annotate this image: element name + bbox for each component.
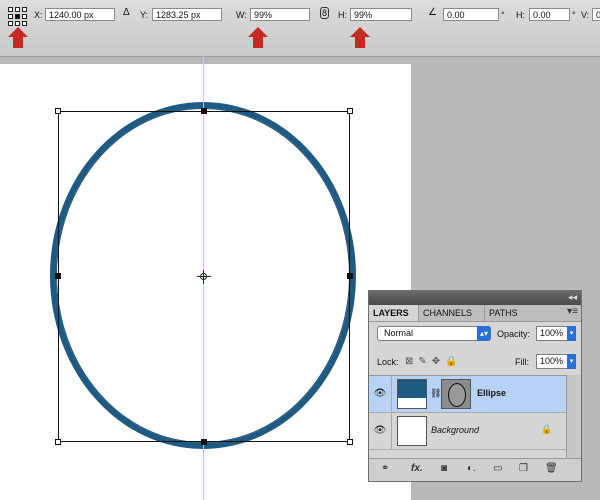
lock-label: Lock:: [377, 357, 399, 367]
link-aspect-icon[interactable]: 8: [320, 7, 330, 19]
fill-value: 100%: [540, 356, 564, 366]
panel-titlebar[interactable]: ◂◂: [369, 291, 581, 305]
fill-label: Fill:: [515, 357, 529, 367]
transform-handle-bottom-left[interactable]: [55, 439, 61, 445]
fx-icon[interactable]: fx.: [411, 463, 423, 474]
tab-layers[interactable]: LAYERS: [369, 305, 419, 321]
eye-icon[interactable]: 👁: [369, 376, 392, 412]
h-label: H:: [338, 10, 347, 20]
collapse-icon[interactable]: ◂◂: [568, 292, 577, 303]
blend-mode-value: Normal: [384, 328, 414, 338]
layers-list: 👁 ⛓ Ellipse 👁 Background 🔒: [369, 375, 567, 450]
vskew-label: V:: [581, 10, 590, 20]
vskew-field[interactable]: 0.00: [592, 8, 600, 21]
trash-icon[interactable]: 🗑: [545, 463, 558, 474]
height-field[interactable]: 99%: [350, 8, 412, 21]
opacity-value: 100%: [540, 328, 564, 338]
hskew-field[interactable]: 0.00: [529, 8, 570, 21]
dropdown-arrow-icon[interactable]: ▾: [567, 354, 576, 369]
group-icon[interactable]: ▭: [493, 463, 502, 474]
relative-positioning-icon[interactable]: Δ: [123, 7, 130, 18]
layer-row-background[interactable]: 👁 Background 🔒: [369, 413, 567, 450]
updown-arrow-icon: ▴▾: [477, 326, 491, 341]
lock-icons[interactable]: ⊠✎✥🔒: [405, 356, 463, 367]
dropdown-arrow-icon[interactable]: ▾: [567, 326, 576, 341]
shape-thumbnail: [397, 379, 427, 409]
eye-icon[interactable]: 👁: [369, 413, 392, 449]
rotation-field[interactable]: 0.00: [443, 8, 499, 21]
blend-mode-select[interactable]: Normal ▴▾: [377, 326, 491, 341]
new-layer-icon[interactable]: ❐: [519, 463, 528, 474]
transform-handle-bottom-right[interactable]: [347, 439, 353, 445]
transform-handle-left[interactable]: [55, 273, 61, 279]
hskew-label: H:: [516, 10, 525, 20]
x-field[interactable]: 1240.00 px: [45, 8, 115, 21]
layers-panel: ◂◂ LAYERS CHANNELS PATHS ▾≡ Normal ▴▾ Op…: [368, 290, 582, 482]
transform-handle-right[interactable]: [347, 273, 353, 279]
mask-icon[interactable]: ◙: [441, 463, 447, 474]
panel-tabs: LAYERS CHANNELS PATHS ▾≡: [369, 305, 581, 322]
x-label: X:: [34, 10, 43, 20]
opacity-field[interactable]: 100% ▾: [536, 326, 576, 341]
chain-link-icon[interactable]: ⛓: [430, 388, 441, 399]
layers-scrollbar[interactable]: [566, 375, 581, 459]
panel-footer: ⚭ fx. ◙ ◐. ▭ ❐ 🗑: [369, 458, 581, 481]
tab-paths[interactable]: PATHS: [485, 305, 529, 321]
opacity-label: Opacity:: [497, 329, 531, 339]
hskew-unit: °: [572, 10, 576, 20]
width-field[interactable]: 99%: [250, 8, 310, 21]
tab-channels[interactable]: CHANNELS: [419, 305, 485, 321]
layer-name[interactable]: Background: [431, 425, 479, 435]
transform-handle-top-right[interactable]: [347, 108, 353, 114]
panel-menu-icon[interactable]: ▾≡: [567, 306, 578, 317]
lock-icon: 🔒: [541, 424, 553, 434]
transform-center-icon[interactable]: [197, 270, 211, 284]
background-thumbnail: [397, 416, 427, 446]
y-label: Y:: [140, 10, 149, 20]
w-label: W:: [236, 10, 247, 20]
y-field[interactable]: 1283.25 px: [152, 8, 222, 21]
transform-handle-top[interactable]: [201, 108, 207, 114]
reference-point-locator[interactable]: [8, 7, 28, 27]
layer-name[interactable]: Ellipse: [477, 388, 506, 398]
transform-handle-bottom[interactable]: [201, 439, 207, 445]
vector-mask-thumbnail: [441, 379, 471, 409]
transform-handle-top-left[interactable]: [55, 108, 61, 114]
link-layers-icon[interactable]: ⚭: [381, 463, 389, 474]
layer-row-ellipse[interactable]: 👁 ⛓ Ellipse: [369, 376, 567, 413]
rotation-unit: °: [501, 10, 505, 20]
options-bar: X: 1240.00 px Δ Y: 1283.25 px W: 99% 8 H…: [0, 0, 600, 57]
fill-field[interactable]: 100% ▾: [536, 354, 576, 369]
rotate-icon: ∠: [428, 7, 437, 18]
adjustment-icon[interactable]: ◐.: [467, 463, 476, 474]
